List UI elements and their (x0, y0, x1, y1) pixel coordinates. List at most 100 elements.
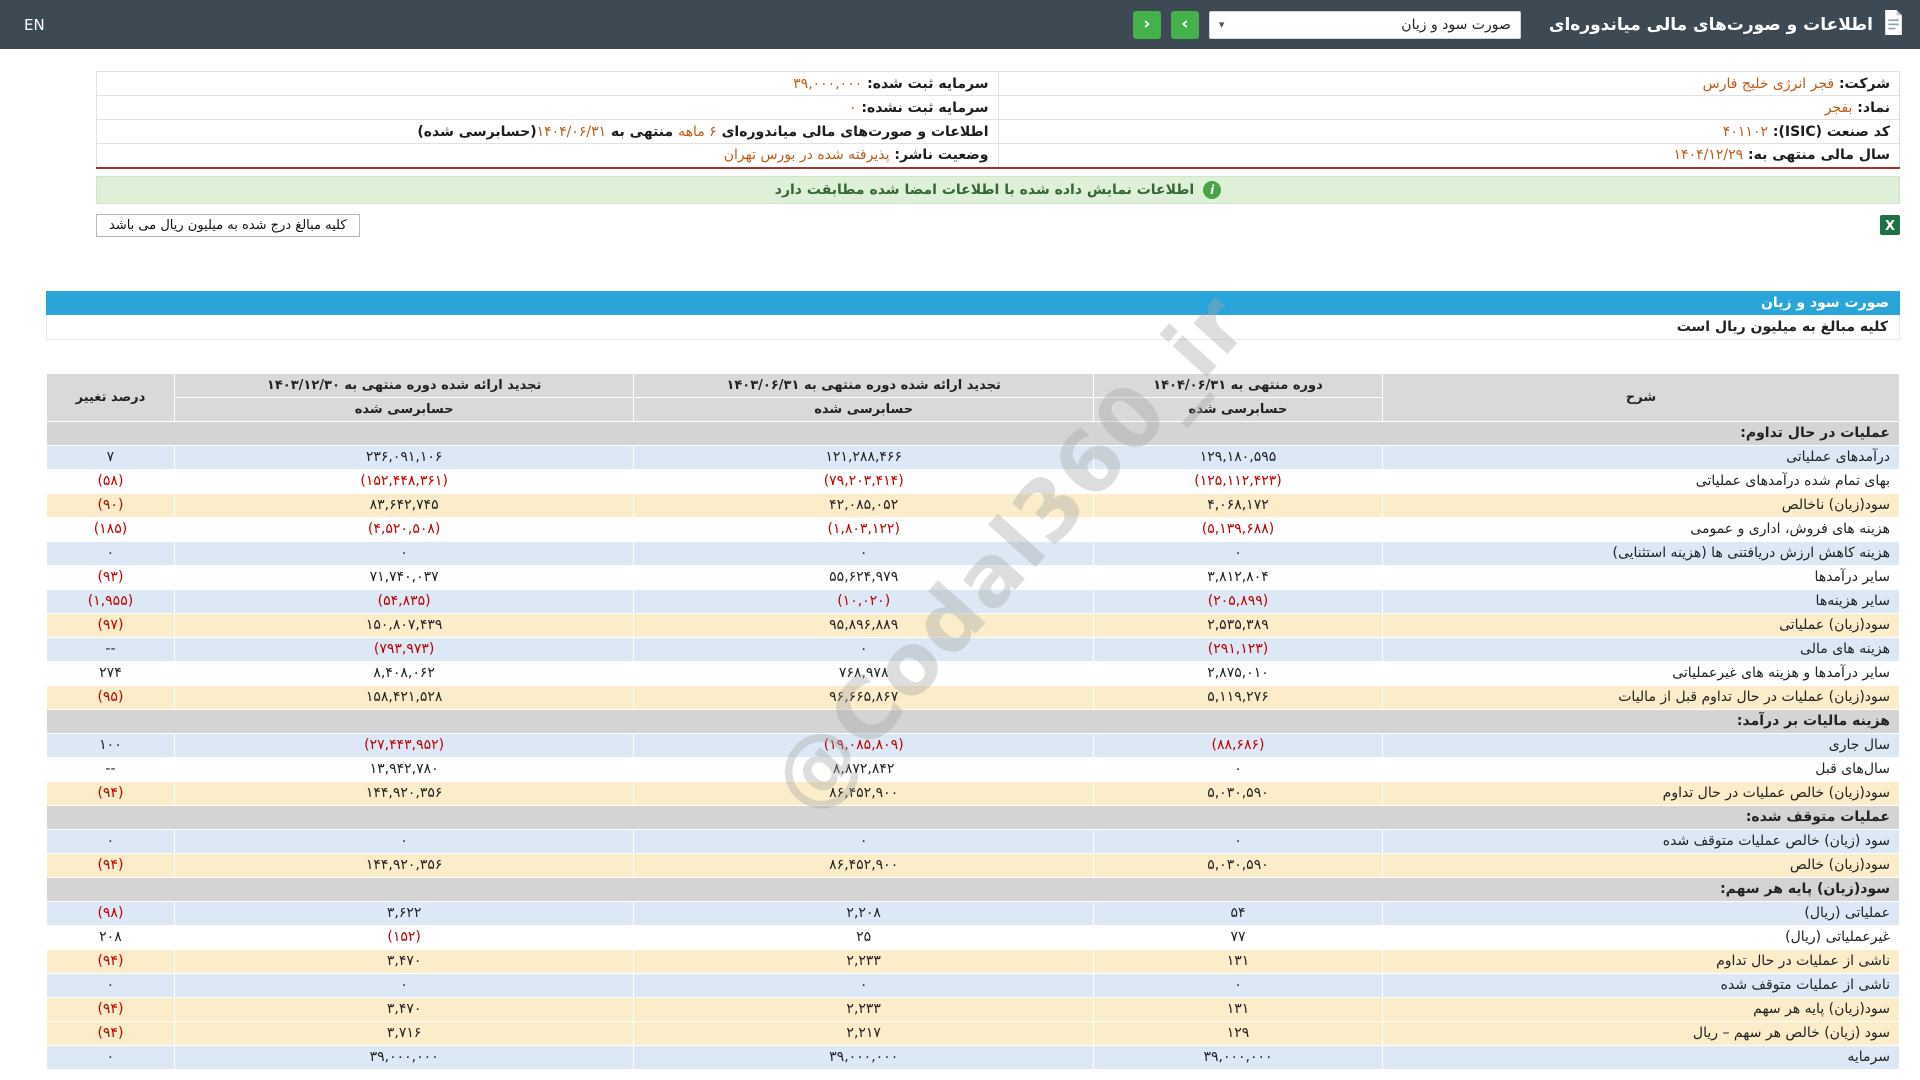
amount-value: ۳,۴۷۰ (173, 996, 635, 1022)
statement-row: سود(زیان) ناخالص ۴,۰۶۸,۱۷۲ ۴۲,۰۸۵,۰۵۲ ۸۳,۶۴… (46, 492, 1900, 518)
section-title: عملیات در حال تداوم: (46, 420, 1900, 446)
amount-value: ۷۶۸,۹۷۸ (633, 660, 1094, 686)
amount-value: ۰ (173, 972, 635, 998)
amount-value: ۰ (1092, 756, 1384, 782)
next-statement-button[interactable]: › (1170, 10, 1199, 39)
prev-statement-button[interactable]: ‹ (1132, 10, 1161, 39)
signature-match-text: اطلاعات نمایش داده شده با اطلاعات امضا ش… (774, 181, 1195, 198)
amount-value: ۰ (1092, 540, 1384, 566)
amount-value: ۳۹,۰۰۰,۰۰۰ (633, 1044, 1094, 1070)
pct-change-value: ۲۷۴ (46, 660, 175, 686)
amount-value: ۵,۱۱۹,۲۷۶ (1092, 684, 1384, 710)
statement-row: هزینه های مالی (۲۹۱,۱۲۳) ۰ (۷۹۳,۹۷۳) -- (46, 636, 1900, 662)
amount-value: ۰ (633, 828, 1094, 854)
amount-value: ۲,۸۷۵,۰۱۰ (1092, 660, 1384, 686)
pct-change-value: ۰ (46, 1044, 175, 1070)
amount-value: ۱۳۱ (1092, 996, 1384, 1022)
row-label: درآمدهای عملیاتی (1382, 444, 1900, 470)
pct-change-value: (۹۸) (46, 900, 175, 926)
amount-value: ۰ (633, 636, 1094, 662)
amount-value: ۳,۸۱۲,۸۰۴ (1092, 564, 1384, 590)
amount-value: (۴,۵۲۰,۵۰۸) (173, 516, 635, 542)
section-header-row: عملیات در حال تداوم: (46, 420, 1900, 446)
row-label: سایر درآمدها (1382, 564, 1900, 590)
pct-change-value: (۹۴) (46, 1020, 175, 1046)
statement-type-dropdown[interactable]: صورت سود و زیان ▾ (1208, 10, 1521, 39)
info-label: (حسابرسی شده) (417, 123, 537, 140)
note-row: X کلیه مبالغ درج شده به میلیون ریال می ب… (96, 213, 1900, 237)
header-period-current: دوره منتهی به ۱۴۰۴/۰۶/۳۱ (1092, 372, 1384, 398)
statement-title-bar: صورت سود و زیان (46, 290, 1900, 315)
income-statement-table: شرح دوره منتهی به ۱۴۰۴/۰۶/۳۱ تجدید ارائه… (46, 372, 1900, 1070)
amount-value: ۸۶,۴۵۲,۹۰۰ (633, 780, 1094, 806)
pct-change-value: ۰ (46, 828, 175, 854)
statement-row: سود(زیان) پایه هر سهم ۱۳۱ ۲,۲۳۳ ۳,۴۷۰ (۹۴) (46, 996, 1900, 1022)
info-label: منتهی به (606, 123, 679, 140)
row-label: سود(زیان) خالص (1382, 852, 1900, 878)
codal-report-icon[interactable] (1883, 10, 1904, 39)
statement-row: سرمایه ۳۹,۰۰۰,۰۰۰ ۳۹,۰۰۰,۰۰۰ ۳۹,۰۰۰,۰۰۰ ۰ (46, 1044, 1900, 1070)
company-info-table: شرکت: فجر انرژی خلیج فارس سرمایه ثبت شده:… (96, 71, 1900, 169)
amount-value: ۳۹,۰۰۰,۰۰۰ (1092, 1044, 1384, 1070)
row-label: بهای تمام شده درآمدهای عملیاتی (1382, 468, 1900, 494)
header-audited-prior: حسابرسی شده (633, 396, 1094, 422)
amount-value: ۸۶,۴۵۲,۹۰۰ (633, 852, 1094, 878)
statement-row: سود (زیان) خالص عملیات متوقف شده ۰ ۰ ۰ ۰ (46, 828, 1900, 854)
language-toggle-en[interactable]: EN (16, 16, 53, 34)
header-desc: شرح (1382, 372, 1900, 422)
pct-change-value: ۰ (46, 540, 175, 566)
statement-row: هزینه های فروش، اداری و عمومی (۵,۱۳۹,۶۸۸)… (46, 516, 1900, 542)
amount-value: ۲,۵۳۵,۳۸۹ (1092, 612, 1384, 638)
info-value: ۳۹,۰۰۰,۰۰۰ (793, 75, 863, 92)
company-info-cell: کد صنعت (ISIC): ۴۰۱۱۰۲ (997, 119, 1900, 144)
signature-match-banner: i اطلاعات نمایش داده شده با اطلاعات امضا… (96, 175, 1900, 204)
header-period-prior: تجدید ارائه شده دوره منتهی به ۱۴۰۳/۰۶/۳۱ (633, 372, 1094, 398)
pct-change-value: ۷ (46, 444, 175, 470)
amount-value: ۳,۷۱۶ (173, 1020, 635, 1046)
info-label: وضعیت ناشر: (889, 147, 989, 164)
info-label: سرمایه ثبت شده: (862, 75, 989, 92)
company-info-row: سال مالی منتهی به: ۱۴۰۴/۱۲/۲۹ وضعیت ناشر:… (96, 143, 1900, 168)
pct-change-value: (۹۴) (46, 948, 175, 974)
company-info-cell: شرکت: فجر انرژی خلیج فارس (997, 71, 1900, 96)
pct-change-value: ۱۰۰ (46, 732, 175, 758)
pct-change-value: (۹۰) (46, 492, 175, 518)
amount-value: ۱۲۹,۱۸۰,۵۹۵ (1092, 444, 1384, 470)
pct-change-value: (۹۴) (46, 780, 175, 806)
amount-value: ۱۳,۹۴۲,۷۸۰ (173, 756, 635, 782)
excel-export-icon[interactable]: X (1880, 215, 1900, 235)
info-value: ۱۴۰۴/۰۶/۳۱ (536, 123, 607, 140)
company-info-row: نماد: بفجر سرمایه ثبت نشده: ۰ (96, 95, 1900, 120)
statement-section: صورت سود و زیان کلیه مبالغ به میلیون ریا… (46, 274, 1900, 1070)
info-value: پذیرفته شده در بورس تهران (723, 147, 890, 164)
amount-value: ۰ (633, 540, 1094, 566)
amount-value: (۸۸,۶۸۶) (1092, 732, 1384, 758)
amount-value: ۰ (173, 828, 635, 854)
amount-value: ۲,۲۰۸ (633, 900, 1094, 926)
amount-value: ۹۵,۸۹۶,۸۸۹ (633, 612, 1094, 638)
amount-value: ۲,۲۳۳ (633, 948, 1094, 974)
info-label: شرکت: (1834, 75, 1890, 92)
statement-row: غیرعملیاتی (ریال) ۷۷ ۲۵ (۱۵۲) ۲۰۸ (46, 924, 1900, 950)
row-label: سود (زیان) خالص هر سهم – ریال (1382, 1020, 1900, 1046)
amount-value: (۷۹۳,۹۷۳) (173, 636, 635, 662)
statement-row: سود(زیان) خالص عملیات در حال تداوم ۵,۰۳۰,… (46, 780, 1900, 806)
amount-value: ۴,۰۶۸,۱۷۲ (1092, 492, 1384, 518)
row-label: سایر هزینه‌ها (1382, 588, 1900, 614)
row-label: سال جاری (1382, 732, 1900, 758)
amount-value: ۵۴ (1092, 900, 1384, 926)
amount-value: (۲۹۱,۱۲۳) (1092, 636, 1384, 662)
page-title: اطلاعات و صورت‌های مالی میاندوره‌ای (1548, 14, 1873, 35)
amount-value: ۵,۰۳۰,۵۹۰ (1092, 852, 1384, 878)
statement-row: ناشی از عملیات در حال تداوم ۱۳۱ ۲,۲۳۳ ۳,۴۷۰… (46, 948, 1900, 974)
amount-value: ۵,۰۳۰,۵۹۰ (1092, 780, 1384, 806)
amount-value: ۱۴۴,۹۲۰,۳۵۶ (173, 780, 635, 806)
company-info-cell: وضعیت ناشر: پذیرفته شده در بورس تهران (96, 143, 999, 168)
company-info-cell: سرمایه ثبت شده: ۳۹,۰۰۰,۰۰۰ (96, 71, 999, 96)
pct-change-value: -- (46, 636, 175, 662)
topbar: اطلاعات و صورت‌های مالی میاندوره‌ای صورت… (0, 0, 1920, 49)
statement-type-selected-value: صورت سود و زیان (1401, 16, 1511, 33)
pct-change-value: (۹۷) (46, 612, 175, 638)
amount-value: (۷۹,۲۰۳,۴۱۴) (633, 468, 1094, 494)
amount-value: (۲۰۵,۸۹۹) (1092, 588, 1384, 614)
